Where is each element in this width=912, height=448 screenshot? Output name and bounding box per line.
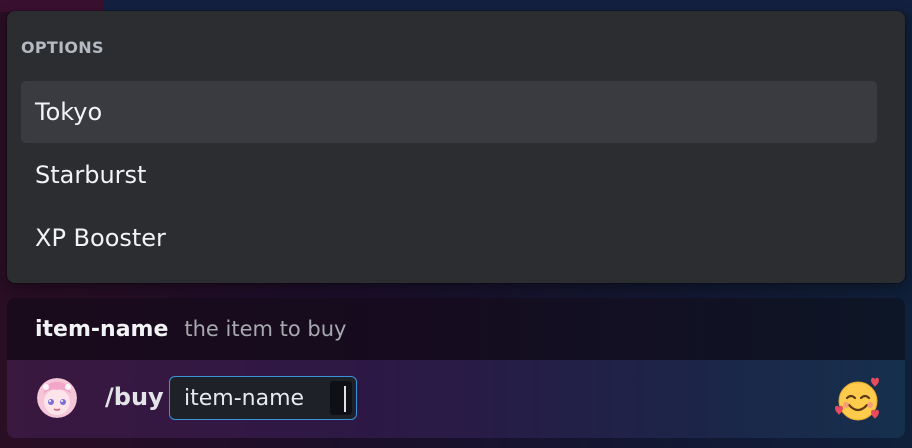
options-header: OPTIONS xyxy=(21,38,104,57)
command-input-row[interactable]: /buy item-name xyxy=(7,360,905,438)
smiling-face-with-hearts-icon[interactable] xyxy=(833,374,883,424)
option-item-starburst[interactable]: Starburst xyxy=(21,144,877,206)
text-caret xyxy=(344,386,346,412)
parameter-description: the item to buy xyxy=(184,317,347,341)
parameter-input[interactable]: item-name xyxy=(169,376,357,420)
option-item-tokyo[interactable]: Tokyo xyxy=(21,81,877,143)
message-composer: item-name the item to buy /buy item-name xyxy=(7,298,905,438)
parameter-input-label: item-name xyxy=(184,385,305,411)
parameter-name: item-name xyxy=(35,316,169,342)
options-popup: OPTIONS Tokyo Starburst XP Booster xyxy=(7,11,905,283)
parameter-value-field[interactable] xyxy=(330,381,352,415)
parameter-hint: item-name the item to buy xyxy=(7,298,905,360)
option-item-xp-booster[interactable]: XP Booster xyxy=(21,207,877,269)
command-name: /buy xyxy=(105,383,164,411)
user-avatar[interactable] xyxy=(37,378,77,418)
